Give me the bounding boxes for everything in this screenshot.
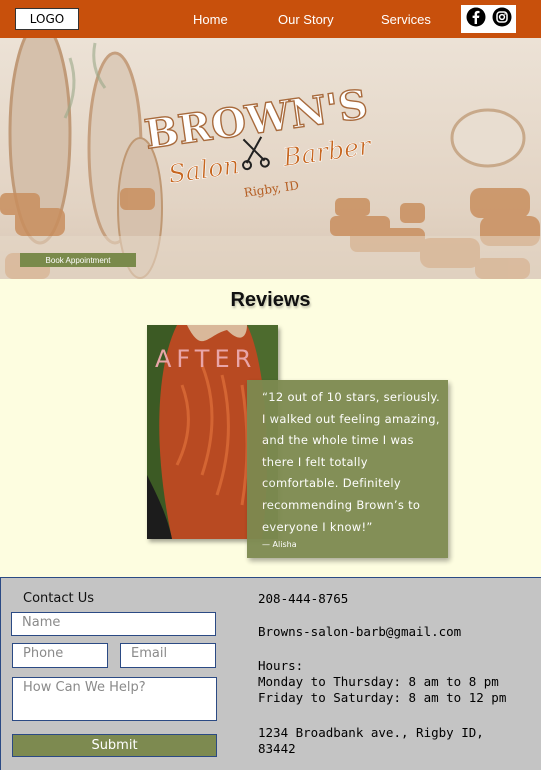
instagram-icon[interactable] <box>492 7 512 31</box>
review-quote: “12 out of 10 stars, seriously. I walked… <box>262 390 440 534</box>
contact-heading: Contact Us <box>23 591 94 606</box>
salon-interior-image: BROWN'S Salon Barber Rigby, ID <box>0 38 541 279</box>
contact-section: Contact Us Name Phone Email How Can We H… <box>0 577 541 770</box>
after-label: AFTER <box>155 345 257 373</box>
nav-link-services[interactable]: Services <box>381 12 431 27</box>
hero-banner: BROWN'S Salon Barber Rigby, ID <box>0 38 541 279</box>
email-field[interactable]: Email <box>120 643 216 668</box>
reviews-heading: Reviews <box>230 289 311 311</box>
business-hours: Hours: Monday to Thursday: 8 am to 8 pm … <box>258 658 507 705</box>
contact-phone: 208-444-8765 <box>258 591 349 606</box>
logo[interactable]: LOGO <box>15 8 79 30</box>
contact-email[interactable]: Browns-salon-barb@gmail.com <box>258 624 461 640</box>
phone-field[interactable]: Phone <box>12 643 108 668</box>
reviews-section: Reviews AFTER “12 out of 10 stars, serio… <box>0 279 541 577</box>
book-appointment-button[interactable]: Book Appointment <box>20 253 136 267</box>
submit-button[interactable]: Submit <box>12 734 217 757</box>
nav-link-our-story[interactable]: Our Story <box>278 12 334 27</box>
business-address: 1234 Broadbank ave., Rigby ID, 83442 <box>258 725 484 756</box>
review-author: — Alisha <box>262 540 297 549</box>
review-card: “12 out of 10 stars, seriously. I walked… <box>247 380 448 558</box>
nav-link-home[interactable]: Home <box>193 12 228 27</box>
message-field[interactable]: How Can We Help? <box>12 677 217 721</box>
facebook-icon[interactable] <box>466 7 486 31</box>
name-field[interactable]: Name <box>11 612 216 636</box>
social-links <box>461 5 516 33</box>
top-nav-bar: LOGO Home Our Story Services <box>0 0 541 38</box>
